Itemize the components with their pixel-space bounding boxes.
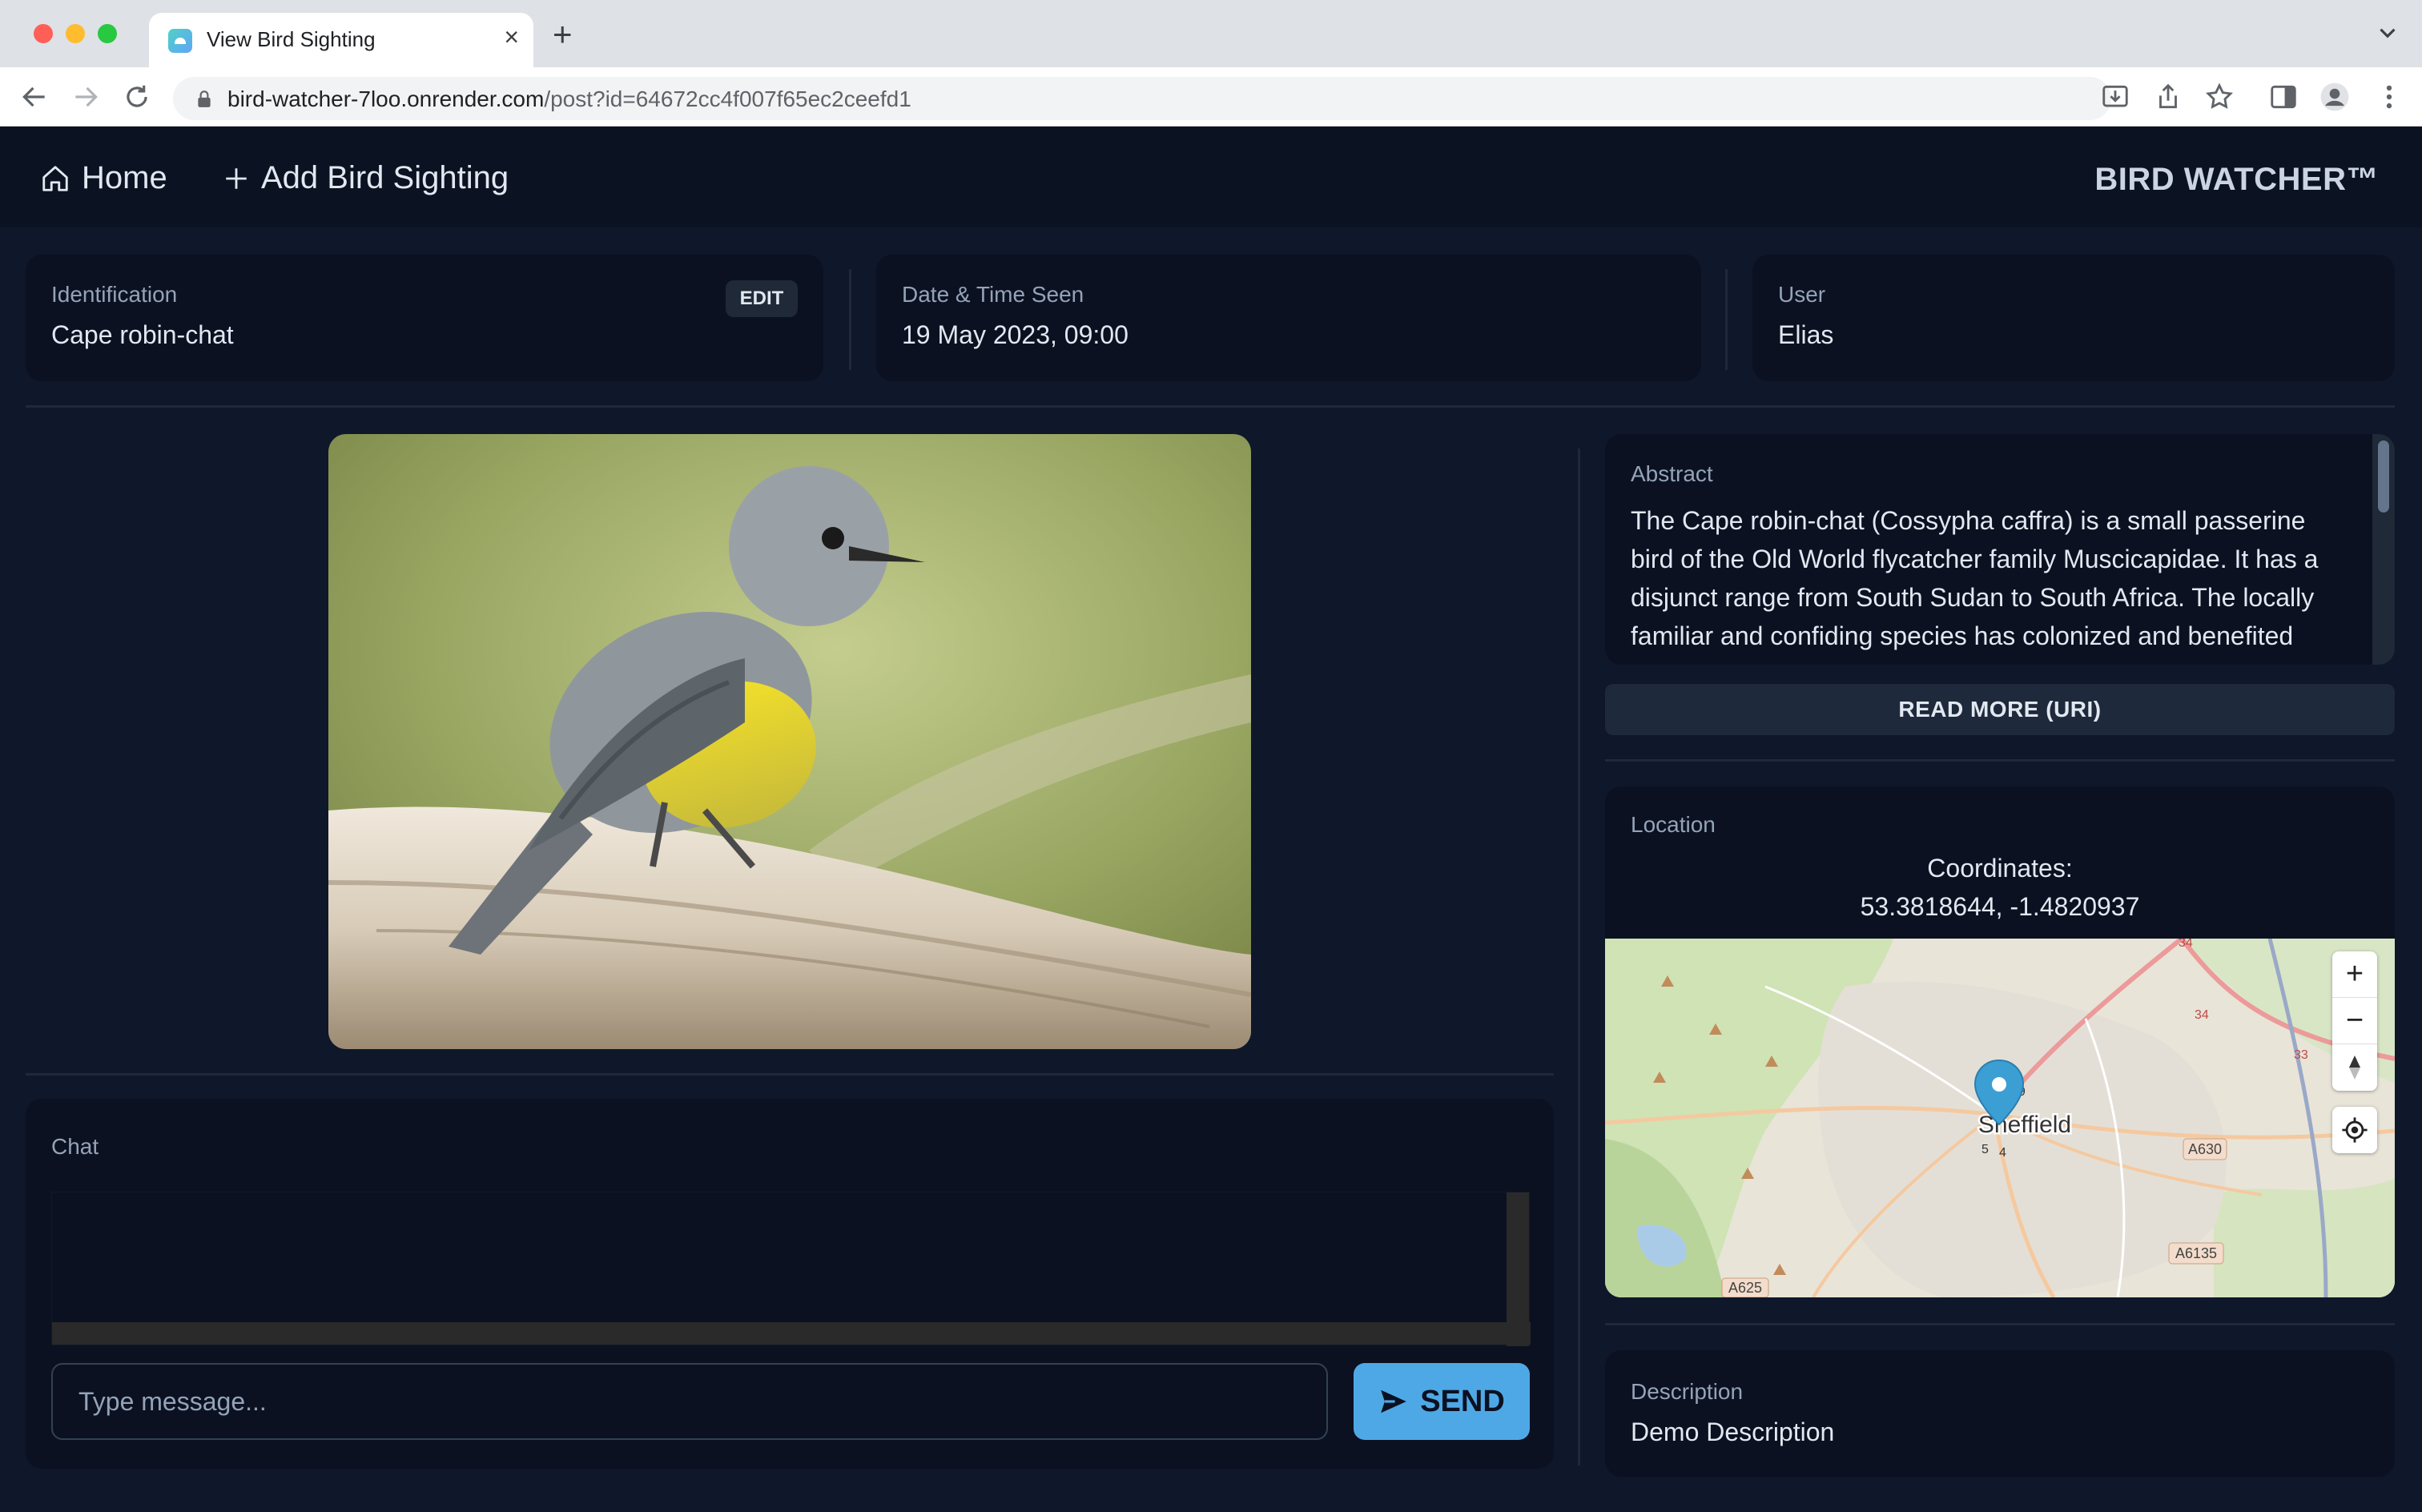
- window-maximize-button[interactable]: [98, 24, 117, 43]
- map-geolocate-control: [2332, 1107, 2377, 1153]
- share-icon[interactable]: [2153, 82, 2183, 112]
- tab-close-icon[interactable]: ×: [504, 22, 519, 52]
- window-close-button[interactable]: [34, 24, 53, 43]
- map-tiles: A630 A6135 A625 34 34 33 9 5 4 Sheffield: [1605, 939, 2395, 1297]
- map-road-label: 4: [1999, 1146, 2006, 1160]
- identification-card: Identification Cape robin-chat EDIT: [26, 255, 823, 381]
- abstract-text: The Cape robin-chat (Cossypha caffra) is…: [1631, 506, 2319, 662]
- home-icon: [42, 165, 68, 191]
- side-panel-icon[interactable]: [2268, 82, 2299, 112]
- chat-card: Chat SEND: [26, 1099, 1554, 1469]
- datetime-label: Date & Time Seen: [902, 282, 1084, 307]
- address-bar[interactable]: bird-watcher-7loo.onrender.com/post?id=6…: [173, 77, 2111, 120]
- bookmark-star-icon[interactable]: [2204, 82, 2235, 112]
- url-text: bird-watcher-7loo.onrender.com/post?id=6…: [227, 86, 911, 112]
- coordinates-value: 53.3818644, -1.4820937: [1860, 892, 2140, 921]
- map-zoom-controls: + −: [2332, 951, 2377, 1091]
- lock-icon: [198, 90, 211, 107]
- divider: [1605, 759, 2395, 762]
- description-value: Demo Description: [1631, 1418, 1835, 1446]
- abstract-label: Abstract: [1631, 461, 1713, 486]
- abstract-scrollbar[interactable]: [2372, 434, 2395, 665]
- chat-horizontal-scrollbar[interactable]: [52, 1322, 1531, 1345]
- chat-label: Chat: [51, 1134, 99, 1159]
- bird-photo: [328, 434, 1251, 1049]
- user-card: User Elias: [1752, 255, 2395, 381]
- profile-avatar-icon[interactable]: [2319, 82, 2350, 112]
- divider: [1605, 1323, 2395, 1325]
- back-arrow-icon[interactable]: [19, 82, 50, 112]
- chat-messages-area[interactable]: [51, 1192, 1531, 1346]
- browser-tab-active[interactable]: View Bird Sighting ×: [149, 13, 533, 67]
- identification-value: Cape robin-chat: [51, 320, 234, 349]
- map-road-label: 34: [2179, 939, 2193, 950]
- reload-icon[interactable]: [122, 82, 152, 112]
- divider: [849, 269, 851, 370]
- send-button[interactable]: SEND: [1354, 1363, 1530, 1440]
- geolocate-button[interactable]: [2332, 1107, 2377, 1153]
- compass-reset-button[interactable]: [2332, 1044, 2377, 1091]
- new-tab-icon[interactable]: +: [553, 18, 573, 51]
- nav-add-sighting-link[interactable]: Add Bird Sighting: [223, 160, 509, 196]
- send-label: SEND: [1420, 1384, 1505, 1418]
- browser-toolbar: bird-watcher-7loo.onrender.com/post?id=6…: [0, 67, 2422, 127]
- abstract-scrollbar-thumb[interactable]: [2378, 440, 2389, 513]
- location-label: Location: [1631, 812, 1716, 837]
- plus-icon: [226, 167, 247, 189]
- zoom-in-button[interactable]: +: [2332, 951, 2377, 998]
- bird-image: [328, 434, 1251, 1049]
- divider: [26, 405, 2395, 408]
- url-domain: bird-watcher-7loo.onrender.com: [227, 86, 545, 111]
- geolocate-icon: [2342, 1117, 2368, 1143]
- compass-icon: [2349, 1056, 2360, 1080]
- edit-button[interactable]: EDIT: [726, 280, 798, 317]
- map-road-label: 34: [2195, 1008, 2209, 1022]
- kebab-menu-icon[interactable]: [2374, 82, 2404, 112]
- nav-add-label: Add Bird Sighting: [261, 160, 509, 195]
- description-label: Description: [1631, 1379, 1744, 1404]
- map-road-label: A6135: [2175, 1245, 2217, 1261]
- browser-tab-bar: View Bird Sighting × +: [0, 0, 2422, 67]
- user-value: Elias: [1778, 320, 1834, 349]
- favicon-icon: [168, 29, 192, 53]
- abstract-card: Abstract The Cape robin-chat (Cossypha c…: [1605, 434, 2395, 665]
- map-road-label: A625: [1728, 1280, 1762, 1296]
- location-card: Location Coordinates: 53.3818644, -1.482…: [1605, 786, 2395, 1297]
- coordinates-title: Coordinates:: [1927, 854, 2073, 883]
- window-minimize-button[interactable]: [66, 24, 85, 43]
- nav-home-link[interactable]: Home: [40, 160, 167, 196]
- map-road-label: A630: [2188, 1141, 2222, 1157]
- tab-search-chevron-icon[interactable]: [2374, 19, 2401, 46]
- divider: [1725, 269, 1728, 370]
- url-path: /post?id=64672cc4f007f65ec2ceefd1: [544, 86, 911, 111]
- tab-title: View Bird Sighting: [207, 27, 376, 51]
- app-root: Home Add Bird Sighting BIRD WATCHER™ Ide…: [0, 127, 2422, 1512]
- nav-home-label: Home: [82, 160, 167, 195]
- map-road-label: 5: [1981, 1143, 1989, 1156]
- user-label: User: [1778, 282, 1826, 307]
- divider: [26, 1073, 1554, 1076]
- forward-arrow-icon[interactable]: [70, 82, 101, 112]
- description-card: Description Demo Description: [1605, 1350, 2395, 1477]
- datetime-value: 19 May 2023, 09:00: [902, 320, 1129, 349]
- datetime-card: Date & Time Seen 19 May 2023, 09:00: [876, 255, 1701, 381]
- install-app-icon[interactable]: [2100, 82, 2130, 112]
- top-navbar: Home Add Bird Sighting BIRD WATCHER™: [0, 127, 2422, 227]
- message-input[interactable]: [51, 1363, 1328, 1440]
- read-more-button[interactable]: READ MORE (URI): [1605, 684, 2395, 735]
- identification-label: Identification: [51, 282, 178, 307]
- divider: [1578, 448, 1580, 1466]
- send-icon: [1381, 1389, 1407, 1413]
- location-map[interactable]: A630 A6135 A625 34 34 33 9 5 4 Sheffield: [1605, 939, 2395, 1297]
- zoom-out-button[interactable]: −: [2332, 998, 2377, 1044]
- brand-title: BIRD WATCHER™: [2094, 162, 2379, 197]
- map-road-label: 33: [2294, 1048, 2308, 1062]
